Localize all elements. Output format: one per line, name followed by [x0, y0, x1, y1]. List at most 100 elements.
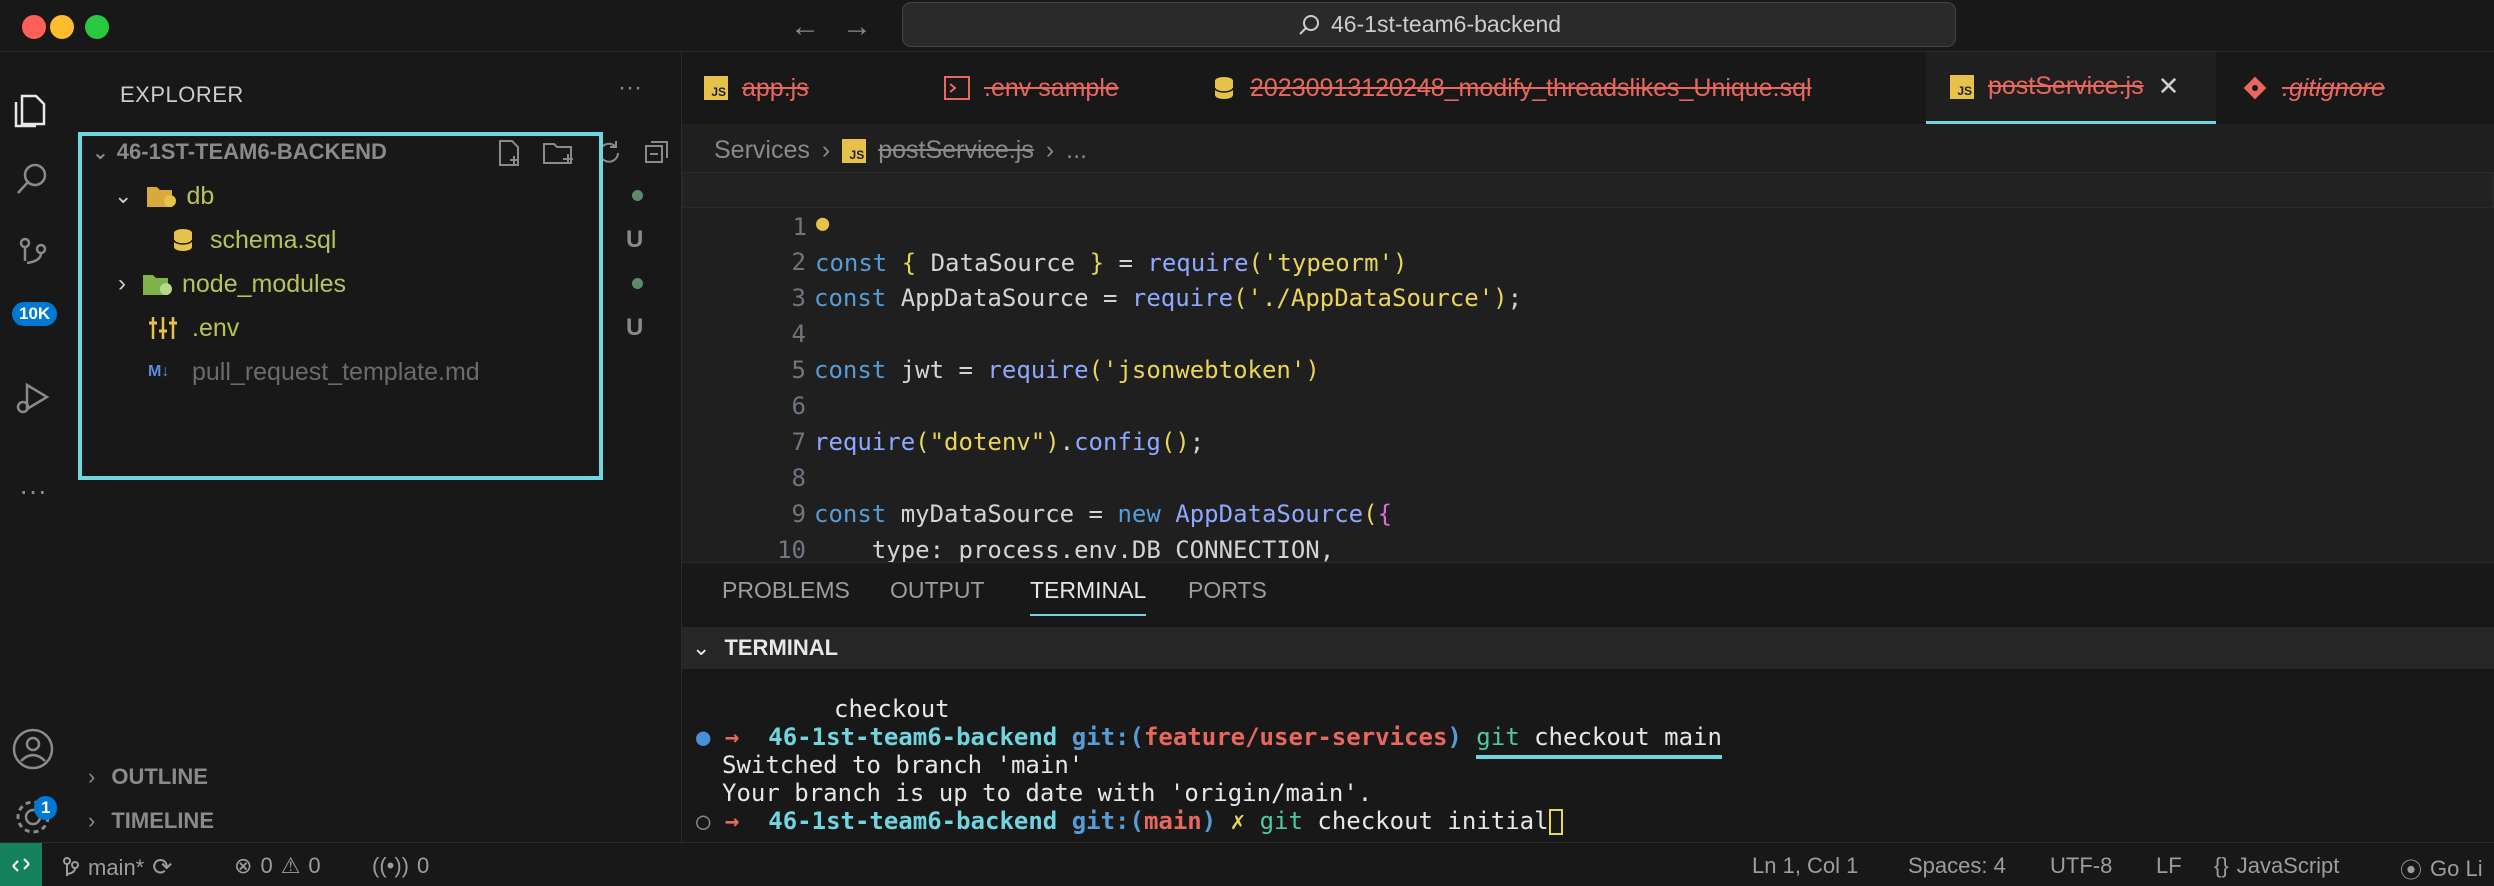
remote-icon — [12, 858, 30, 872]
code-line: 1 const { DataSource } = require('typeor… — [682, 172, 2494, 277]
run-debug-icon[interactable] — [0, 364, 66, 430]
tab-problems[interactable]: PROBLEMS — [722, 577, 850, 604]
account-icon[interactable] — [0, 716, 66, 782]
tab-post-service-js[interactable]: JS postService.js ✕ — [1926, 52, 2216, 124]
explorer-more-button[interactable]: ··· — [618, 74, 642, 102]
js-file-icon: JS — [704, 76, 728, 100]
terminal-dir: 46-1st-team6-backend — [768, 723, 1058, 751]
tab-env-sample[interactable]: .env sample — [944, 52, 1119, 124]
tab-label: app.js — [742, 73, 809, 102]
terminal-dir: 46-1st-team6-backend — [768, 807, 1058, 835]
timeline-section[interactable]: › TIMELINE — [88, 808, 214, 834]
gear-icon[interactable] — [0, 784, 66, 850]
indentation-status[interactable]: Spaces: 4 — [1908, 853, 2006, 879]
language-label: JavaScript — [2236, 853, 2340, 878]
code-line: 9 type: process.env.DB_CONNECTION, — [682, 460, 2494, 562]
code-line: 4 const jwt = require('jsonwebtoken') — [682, 280, 2494, 384]
tab-label: .env sample — [984, 73, 1119, 102]
ports-count: 0 — [417, 853, 430, 878]
ports-status[interactable]: ((•)) 0 — [372, 853, 429, 879]
code-line: 3 — [682, 244, 2494, 312]
sync-icon[interactable]: ⟳ — [152, 853, 172, 882]
command-center-search[interactable]: 46-1st-team6-backend — [902, 2, 1956, 47]
editor-area: JS app.js .env sample 20230913120248_mod… — [682, 52, 2494, 562]
chevron-right-icon: › — [88, 808, 96, 833]
outline-label: OUTLINE — [111, 764, 208, 789]
highlighted-command: git checkout main — [1476, 723, 1722, 759]
collapse-all-icon[interactable] — [642, 138, 672, 168]
error-icon: ⊗ — [234, 853, 253, 878]
command-status-dot: ● — [696, 723, 711, 751]
outline-section[interactable]: › OUTLINE — [88, 764, 208, 790]
chevron-right-icon: › — [821, 136, 831, 164]
terminal-git-close: ) — [1201, 807, 1217, 835]
git-untracked-mark: U — [626, 226, 644, 253]
back-arrow-icon[interactable]: ← — [790, 10, 820, 44]
source-control-icon[interactable] — [0, 220, 66, 286]
window-title: 46-1st-team6-backend — [1330, 11, 1562, 37]
breadcrumb-folder[interactable]: Services — [714, 136, 810, 165]
explorer-icon[interactable] — [0, 76, 66, 142]
terminal-header-label: TERMINAL — [724, 635, 839, 660]
branch-status[interactable]: main* ⟳ — [62, 853, 172, 882]
code-editor[interactable]: 1 const { DataSource } = require('typeor… — [682, 172, 2494, 562]
chevron-right-icon: › — [88, 764, 96, 789]
remote-indicator[interactable] — [0, 843, 42, 886]
go-live-status[interactable]: ⦿ Go Li — [2400, 853, 2483, 885]
more-icon[interactable]: ··· — [0, 458, 66, 524]
terminal-branch: feature/user-services — [1143, 723, 1448, 751]
code-line: 5 — [682, 316, 2494, 384]
terminal-git-close: ) — [1447, 723, 1462, 751]
tab-gitignore[interactable]: .gitignore — [2242, 52, 2385, 124]
cursor-position[interactable]: Ln 1, Col 1 — [1752, 853, 1858, 879]
terminal-prompt-line: ○ → 46-1st-team6-backend git:(main) ✗ gi… — [696, 807, 1563, 835]
terminal-dirty-mark: ✗ — [1230, 807, 1246, 835]
terminal-branch: main — [1143, 807, 1202, 835]
terminal-line: Switched to branch 'main' — [722, 751, 1084, 779]
terminal-cmd-args: checkout initial — [1302, 807, 1549, 835]
title-bar: ← → 46-1st-team6-backend — [0, 0, 2494, 52]
tab-terminal[interactable]: TERMINAL — [1030, 577, 1147, 616]
breadcrumb-symbol[interactable]: ... — [1066, 136, 1087, 165]
terminal-header[interactable]: ⌄ TERMINAL — [682, 627, 2494, 669]
terminal-cursor — [1548, 809, 1563, 835]
chevron-down-icon: ⌄ — [692, 635, 711, 660]
git-icon — [2243, 76, 2267, 100]
eol-status[interactable]: LF — [2156, 853, 2182, 879]
terminal-line: Your branch is up to date with 'origin/m… — [722, 779, 1373, 807]
activity-bar: 10K ··· 1 — [0, 52, 66, 842]
close-window-button[interactable] — [22, 15, 46, 39]
search-icon[interactable] — [0, 146, 66, 212]
search-icon — [1299, 14, 1319, 35]
highlight-box — [78, 132, 603, 480]
git-modified-dot — [632, 278, 643, 289]
terminal-line: checkout — [834, 695, 950, 723]
problems-status[interactable]: ⊗ 0 ⚠ 0 — [234, 853, 321, 879]
tab-migration-sql[interactable]: 20230913120248_modify_threadslikes_Uniqu… — [1212, 52, 1812, 124]
code-line: 11 port: process.env.DB_PORT, — [682, 532, 2494, 562]
language-status[interactable]: {} JavaScript — [2214, 853, 2339, 879]
terminal-git-label: git:( — [1071, 807, 1144, 835]
minimize-window-button[interactable] — [50, 15, 74, 39]
terminal-file-icon — [944, 76, 970, 100]
tab-output[interactable]: OUTPUT — [890, 577, 985, 604]
close-tab-icon[interactable]: ✕ — [2158, 71, 2180, 102]
js-file-icon: JS — [1950, 74, 1974, 99]
breadcrumb: Services › JS postService.js › ... — [714, 136, 1087, 165]
warning-count: 0 — [308, 853, 321, 878]
database-icon — [1214, 77, 1234, 99]
tab-app-js[interactable]: JS app.js — [704, 52, 809, 124]
forward-arrow-icon[interactable]: → — [842, 10, 872, 44]
terminal-prompt-line: ● → 46-1st-team6-backend git:(feature/us… — [696, 723, 1722, 759]
explorer-title: EXPLORER — [120, 82, 244, 107]
code-line: 6 require("dotenv").config(); — [682, 352, 2494, 456]
breadcrumb-file[interactable]: postService.js — [878, 136, 1034, 165]
maximize-window-button[interactable] — [85, 15, 109, 39]
encoding-status[interactable]: UTF-8 — [2050, 853, 2112, 879]
lightbulb-icon[interactable]: ● — [816, 206, 829, 242]
command-status-dot: ○ — [696, 807, 711, 835]
tab-ports[interactable]: PORTS — [1188, 577, 1267, 604]
tab-label: .gitignore — [2282, 73, 2385, 102]
git-modified-dot — [632, 190, 643, 201]
js-file-icon: JS — [842, 138, 867, 163]
